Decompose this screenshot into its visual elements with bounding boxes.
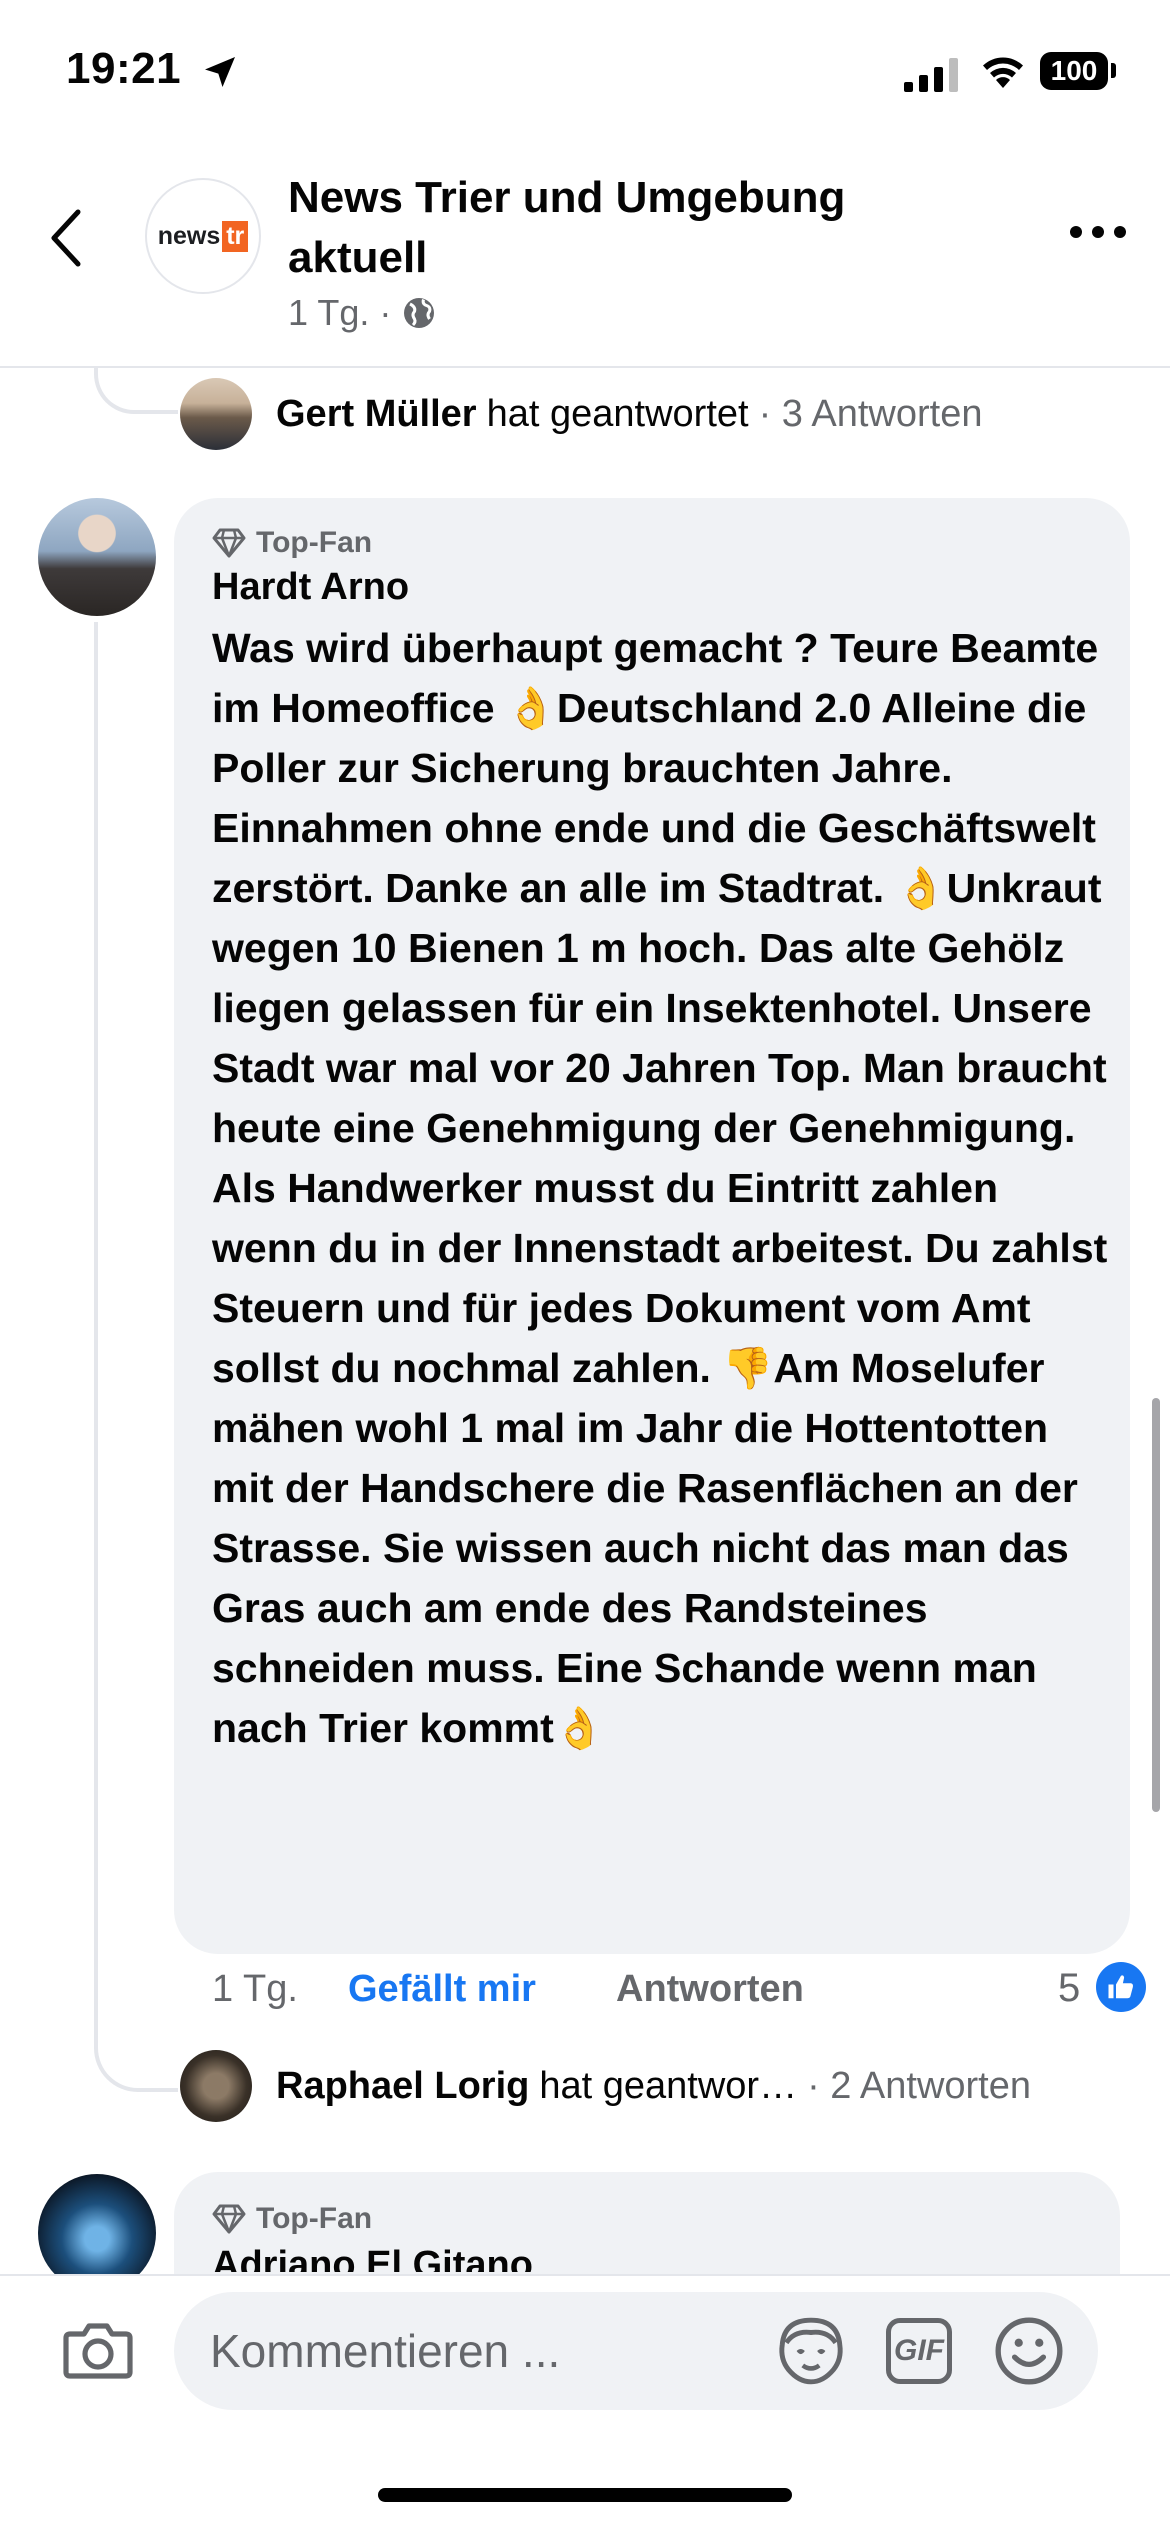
cellular-signal-icon	[904, 58, 958, 92]
location-arrow-icon	[205, 57, 235, 87]
wifi-icon	[983, 57, 1023, 88]
top-fan-badge: Top-Fan	[212, 526, 372, 560]
comment-author[interactable]: Hardt Arno	[212, 566, 409, 609]
avatar-sticker-icon[interactable]	[774, 2314, 848, 2388]
replies-summary-row[interactable]: Gert Müller hat geantwortet · 3 Antworte…	[180, 378, 982, 450]
battery-indicator: 100	[1040, 52, 1108, 90]
reply-button[interactable]: Antworten	[616, 1968, 804, 2011]
comment-input[interactable]	[174, 2292, 1098, 2410]
like-count[interactable]: 5	[1058, 1966, 1080, 2011]
like-reaction-badge[interactable]	[1096, 1962, 1146, 2012]
replies-summary-row[interactable]: Raphael Lorig hat geantwor… · 2 Antworte…	[180, 2050, 1031, 2122]
status-time: 19:21	[66, 44, 182, 93]
camera-icon[interactable]	[62, 2318, 134, 2382]
scrollbar[interactable]	[1152, 1398, 1160, 1812]
gif-icon[interactable]: GIF	[886, 2318, 952, 2384]
chevron-left-icon[interactable]	[46, 206, 86, 270]
battery-tip	[1111, 63, 1116, 78]
page-avatar[interactable]: news tr	[145, 178, 261, 294]
logo-text-tr: tr	[222, 220, 249, 252]
avatar	[180, 378, 252, 450]
globe-icon	[404, 298, 435, 328]
top-fan-label: Top-Fan	[256, 526, 373, 559]
logo-text-news: news	[157, 221, 221, 250]
emoji-icon[interactable]	[992, 2314, 1066, 2388]
reply-count: · 2 Antworten	[807, 2064, 1031, 2107]
reply-author: Gert Müller	[276, 392, 477, 435]
meta-separator: ·	[379, 292, 392, 333]
avatar	[180, 2050, 252, 2122]
post-meta: 1 Tg. ·	[288, 292, 437, 334]
reply-count: · 3 Antworten	[758, 392, 983, 435]
top-fan-badge: Top-Fan	[212, 2202, 372, 2236]
thread-connector	[94, 2000, 178, 2092]
like-button[interactable]: Gefällt mir	[348, 1968, 536, 2011]
page-name[interactable]: News Trier und Umgebung aktuell	[288, 168, 968, 288]
comment-text: Was wird überhaupt gemacht ? Teure Beamt…	[212, 625, 1108, 1751]
comment-time[interactable]: 1 Tg.	[212, 1968, 298, 2011]
thumbs-up-icon	[1108, 1975, 1133, 1999]
post-age: 1 Tg.	[288, 292, 370, 333]
reply-action: hat geantwortet	[486, 392, 749, 435]
reply-action: hat geantwor…	[539, 2064, 798, 2107]
more-horizontal-icon[interactable]	[1068, 222, 1128, 242]
diamond-icon	[212, 528, 246, 558]
avatar[interactable]	[38, 498, 156, 616]
comment-author[interactable]: Adriano El Gitano	[212, 2244, 533, 2272]
diamond-icon	[212, 2204, 246, 2234]
thread-connector	[94, 368, 178, 414]
reply-author: Raphael Lorig	[276, 2064, 530, 2107]
home-indicator	[378, 2488, 792, 2502]
thread-line	[94, 622, 98, 2042]
top-fan-label: Top-Fan	[256, 2202, 373, 2235]
